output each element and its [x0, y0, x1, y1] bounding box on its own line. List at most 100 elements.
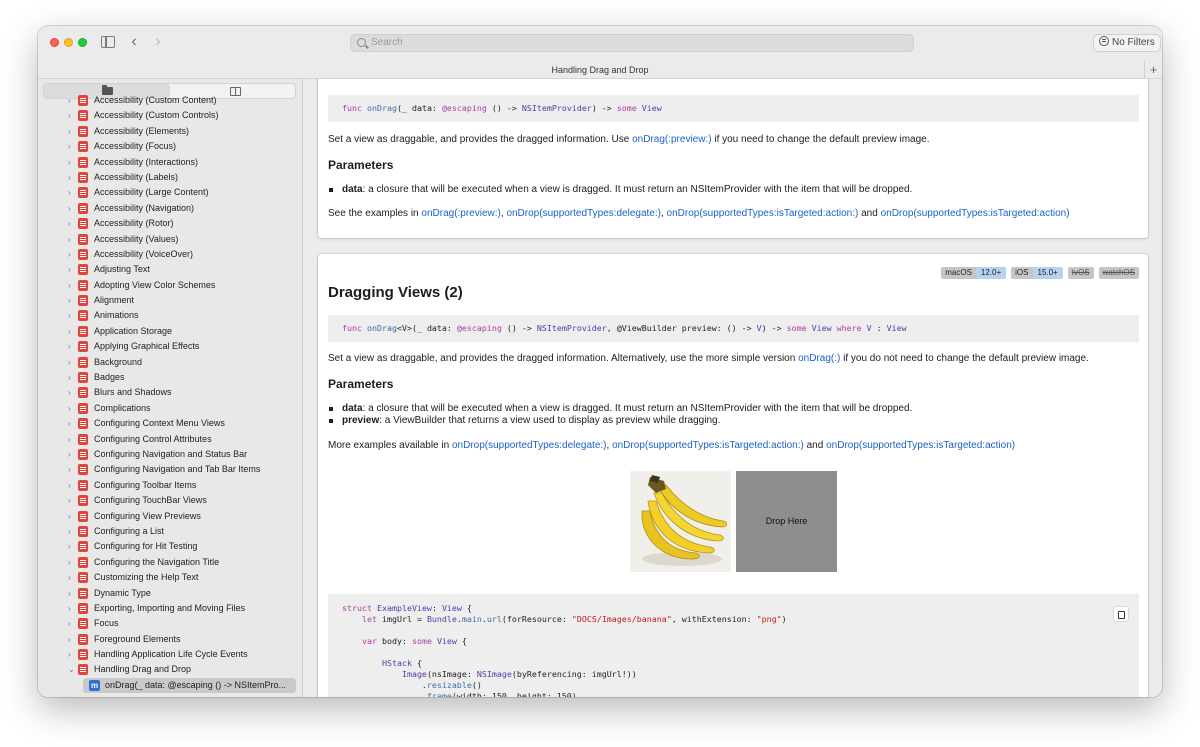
sidebar-item[interactable]: › Accessibility (Rotor) — [38, 216, 302, 231]
close-window-button[interactable] — [50, 38, 59, 47]
forward-button[interactable]: › — [150, 33, 166, 51]
chevron-right-icon[interactable]: › — [68, 158, 74, 167]
sidebar-item[interactable]: › Accessibility (VoiceOver) — [38, 247, 302, 262]
chevron-right-icon[interactable]: › — [68, 558, 74, 567]
chevron-right-icon[interactable]: › — [68, 388, 74, 397]
link-more-2[interactable]: onDrop(supportedTypes:isTargeted:action) — [826, 440, 1015, 451]
chevron-right-icon[interactable]: › — [68, 419, 74, 428]
sidebar-item[interactable]: › Complications — [38, 401, 302, 416]
sidebar-item[interactable]: › Accessibility (Labels) — [38, 170, 302, 185]
sidebar-item[interactable]: › Configuring Navigation and Tab Bar Item… — [38, 462, 302, 477]
sidebar-item[interactable]: › Configuring Toolbar Items — [38, 478, 302, 493]
search-input[interactable]: Search — [350, 34, 914, 52]
back-button[interactable]: ‹ — [126, 33, 142, 51]
link-more-0[interactable]: onDrop(supportedTypes:delegate:) — [452, 440, 607, 451]
chevron-right-icon[interactable]: › — [68, 358, 74, 367]
chevron-right-icon[interactable]: › — [68, 281, 74, 290]
chevron-right-icon[interactable]: › — [68, 127, 74, 136]
chevron-right-icon[interactable]: › — [68, 542, 74, 551]
chevron-right-icon[interactable]: › — [68, 450, 74, 459]
sidebar-item[interactable]: › Dynamic Type — [38, 586, 302, 601]
sidebar-item[interactable]: › Foreground Elements — [38, 632, 302, 647]
sidebar-item[interactable]: › Configuring Context Menu Views — [38, 416, 302, 431]
sidebar-item[interactable]: › Alignment — [38, 293, 302, 308]
sidebar-item[interactable]: › Accessibility (Custom Controls) — [38, 108, 302, 123]
link-more-1[interactable]: onDrop(supportedTypes:isTargeted:action:… — [612, 440, 804, 451]
chevron-right-icon[interactable]: › — [68, 573, 74, 582]
main-content[interactable]: func onDrag(_ data: @escaping () -> NSIt… — [303, 79, 1162, 697]
sidebar-item[interactable]: › Configuring View Previews — [38, 509, 302, 524]
chevron-right-icon[interactable]: › — [68, 465, 74, 474]
chevron-right-icon[interactable]: › — [68, 496, 74, 505]
sidebar-item[interactable]: › Background — [38, 355, 302, 370]
chevron-right-icon[interactable]: › — [68, 635, 74, 644]
chevron-right-icon[interactable]: › — [68, 96, 74, 105]
sidebar-item[interactable]: › Badges — [38, 370, 302, 385]
chevron-right-icon[interactable]: › — [68, 373, 74, 382]
chevron-right-icon[interactable]: › — [68, 327, 74, 336]
chevron-right-icon[interactable]: › — [68, 311, 74, 320]
sidebar-selected-item[interactable]: m onDrag(_ data: @escaping () -> NSItemPr… — [83, 677, 296, 693]
sidebar-item[interactable]: › Animations — [38, 308, 302, 323]
chevron-right-icon[interactable]: › — [68, 111, 74, 120]
sidebar-toggle-icon[interactable] — [101, 36, 115, 48]
banana-image[interactable] — [630, 471, 731, 572]
sidebar-item[interactable]: › Accessibility (Navigation) — [38, 201, 302, 216]
sidebar-item[interactable]: › Applying Graphical Effects — [38, 339, 302, 354]
drop-target[interactable]: Drop Here — [736, 471, 837, 572]
sidebar-item[interactable]: › Configuring the Navigation Title — [38, 555, 302, 570]
chevron-right-icon[interactable]: › — [68, 527, 74, 536]
chevron-right-icon[interactable]: › — [68, 142, 74, 151]
copy-code-button[interactable] — [1113, 606, 1129, 622]
link-see-1[interactable]: onDrop(supportedTypes:delegate:) — [506, 208, 661, 219]
zoom-window-button[interactable] — [78, 38, 87, 47]
chevron-right-icon[interactable]: › — [68, 650, 74, 659]
sidebar-item[interactable]: › Configuring Control Attributes — [38, 432, 302, 447]
chevron-right-icon[interactable]: › — [68, 250, 74, 259]
sidebar-item[interactable]: › Configuring for Hit Testing — [38, 539, 302, 554]
chevron-right-icon[interactable]: › — [68, 512, 74, 521]
badge-ios: iOS 15.0+ — [1011, 267, 1063, 279]
link-ondrag-preview[interactable]: onDrag(:preview:) — [632, 134, 711, 145]
chevron-right-icon[interactable]: › — [68, 404, 74, 413]
link-ondrag[interactable]: onDrag(:) — [798, 353, 840, 364]
chevron-right-icon[interactable]: › — [68, 235, 74, 244]
sidebar-item[interactable]: › Application Storage — [38, 324, 302, 339]
chevron-right-icon[interactable]: › — [68, 342, 74, 351]
minimize-window-button[interactable] — [64, 38, 73, 47]
chevron-right-icon[interactable]: › — [68, 219, 74, 228]
chevron-right-icon[interactable]: › — [68, 604, 74, 613]
sidebar-item[interactable]: › Accessibility (Interactions) — [38, 155, 302, 170]
sidebar-item[interactable]: › Accessibility (Values) — [38, 232, 302, 247]
link-see-2[interactable]: onDrop(supportedTypes:isTargeted:action:… — [667, 208, 859, 219]
chevron-right-icon[interactable]: › — [68, 188, 74, 197]
chevron-right-icon[interactable]: › — [68, 296, 74, 305]
sidebar-item[interactable]: › Accessibility (Elements) — [38, 124, 302, 139]
chevron-right-icon[interactable]: › — [68, 589, 74, 598]
link-see-0[interactable]: onDrag(:preview:) — [421, 208, 500, 219]
sidebar-item[interactable]: ⌄ Handling Drag and Drop — [38, 662, 302, 677]
chevron-right-icon[interactable]: › — [68, 204, 74, 213]
link-see-3[interactable]: onDrop(supportedTypes:isTargeted:action) — [881, 208, 1070, 219]
sidebar-item[interactable]: › Blurs and Shadows — [38, 385, 302, 400]
sidebar-item[interactable]: › Exporting, Importing and Moving Files — [38, 601, 302, 616]
sidebar-item[interactable]: › Accessibility (Large Content) — [38, 185, 302, 200]
sidebar-item[interactable]: › Configuring a List — [38, 524, 302, 539]
sidebar-item[interactable]: › Customizing the Help Text — [38, 570, 302, 585]
sidebar-item[interactable]: › Configuring TouchBar Views — [38, 493, 302, 508]
sidebar-item[interactable]: › Adopting View Color Schemes — [38, 278, 302, 293]
sidebar-item[interactable]: › Adjusting Text — [38, 262, 302, 277]
chevron-right-icon[interactable]: › — [68, 619, 74, 628]
chevron-right-icon[interactable]: › — [68, 173, 74, 182]
sidebar-item[interactable]: › Handling Application Life Cycle Events — [38, 647, 302, 662]
sidebar-item[interactable]: › Configuring Navigation and Status Bar — [38, 447, 302, 462]
chevron-right-icon[interactable]: › — [68, 265, 74, 274]
chevron-right-icon[interactable]: › — [68, 435, 74, 444]
chevron-right-icon[interactable]: › — [68, 481, 74, 490]
add-tab-button[interactable]: + — [1144, 61, 1162, 79]
sidebar-item[interactable]: › Focus — [38, 616, 302, 631]
filters-button[interactable]: No Filters — [1093, 34, 1161, 52]
sidebar-item[interactable]: › Accessibility (Custom Content) — [38, 93, 302, 108]
sidebar-item[interactable]: › Accessibility (Focus) — [38, 139, 302, 154]
chevron-down-icon[interactable]: ⌄ — [68, 665, 75, 674]
